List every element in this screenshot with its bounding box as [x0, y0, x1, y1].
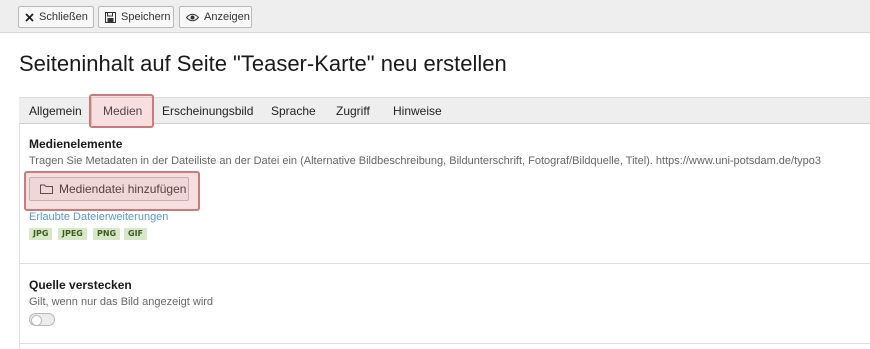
extension-badge: JPEG [58, 228, 87, 240]
page-title: Seiteninhalt auf Seite "Teaser-Karte" ne… [19, 51, 507, 76]
extension-badge: PNG [93, 228, 121, 240]
tab-allgemein[interactable]: Allgemein [29, 98, 82, 124]
view-button[interactable]: Anzeigen [179, 6, 252, 28]
folder-icon [40, 184, 53, 194]
toolbar: Schließen Speichern Anzeigen [0, 0, 870, 33]
hide-source-description: Gilt, wenn nur das Bild angezeigt wird [29, 296, 214, 308]
hide-source-toggle[interactable] [29, 313, 55, 326]
media-section-title: Medienelemente [29, 137, 123, 151]
extension-badge: JPG [29, 228, 53, 240]
add-media-button-label: Mediendatei hinzufügen [59, 182, 187, 196]
section-divider [19, 263, 870, 264]
close-button-label: Schließen [39, 11, 88, 23]
close-icon [25, 12, 34, 22]
media-section-description: Tragen Sie Metadaten in der Dateiliste a… [29, 155, 822, 167]
view-button-label: Anzeigen [204, 11, 250, 23]
tab-medien[interactable]: Medien [91, 98, 155, 125]
bottom-divider [19, 343, 870, 344]
tab-sprache[interactable]: Sprache [271, 98, 316, 124]
save-icon [105, 11, 116, 23]
toggle-knob [31, 315, 42, 326]
save-button[interactable]: Speichern [98, 6, 174, 28]
eye-icon [186, 13, 199, 22]
add-media-button[interactable]: Mediendatei hinzufügen [29, 177, 189, 201]
tab-bar: Allgemein Medien Erscheinungsbild Sprach… [19, 97, 870, 125]
allowed-extensions-link[interactable]: Erlaubte Dateierweiterungen [29, 211, 168, 223]
tab-erscheinungsbild[interactable]: Erscheinungsbild [162, 98, 253, 124]
hide-source-title: Quelle verstecken [29, 278, 132, 292]
tab-hinweise[interactable]: Hinweise [393, 98, 442, 124]
extension-badge: GIF [124, 228, 148, 240]
save-button-label: Speichern [121, 11, 171, 23]
close-button[interactable]: Schließen [18, 6, 94, 28]
tab-zugriff[interactable]: Zugriff [336, 98, 370, 124]
